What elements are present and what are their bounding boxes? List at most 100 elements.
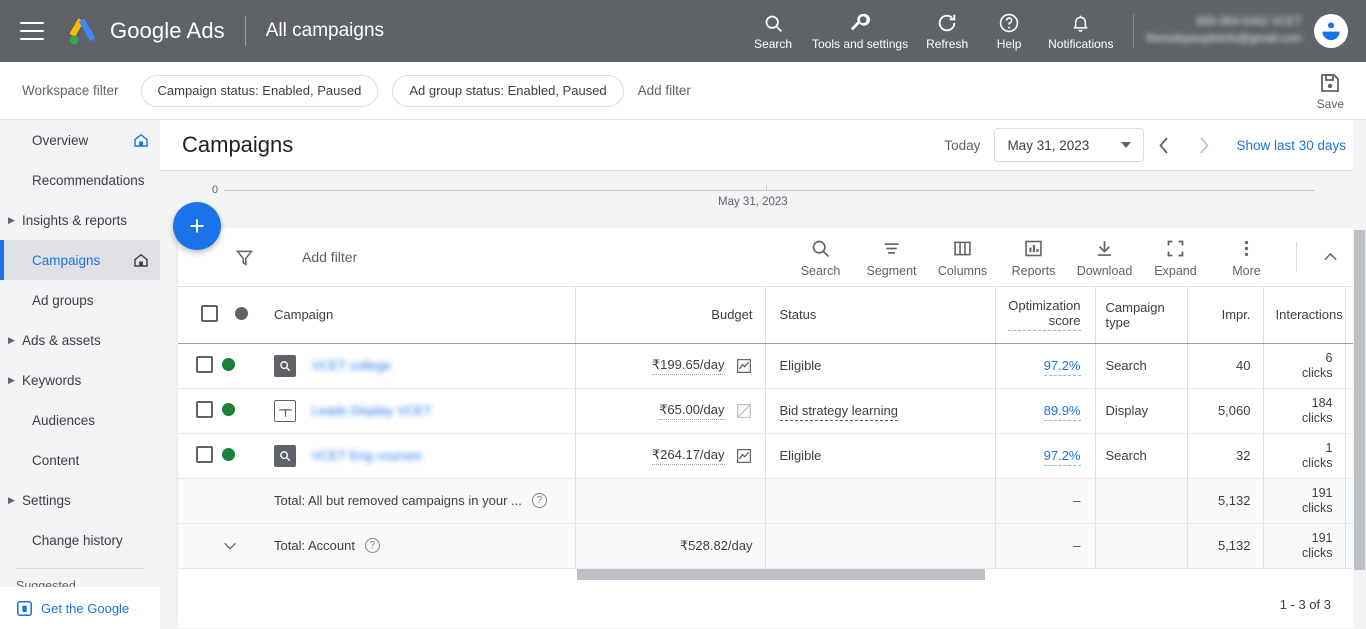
sidebar-item-overview[interactable]: Overview xyxy=(0,120,160,160)
campaign-name-link[interactable]: VCET college xyxy=(312,358,391,373)
top-action-tools-and-settings[interactable]: Tools and settings xyxy=(804,0,916,62)
search-campaign-icon xyxy=(274,444,296,467)
help-circle-icon[interactable]: ? xyxy=(531,493,547,508)
horizontal-scrollbar-thumb[interactable] xyxy=(577,568,985,580)
download-icon xyxy=(1094,237,1115,261)
date-range-select[interactable]: May 31, 2023 xyxy=(994,128,1145,162)
top-action-notifications[interactable]: Notifications xyxy=(1040,0,1121,62)
total-label-cell: Total: Account ? xyxy=(260,523,575,569)
filter-funnel-icon[interactable] xyxy=(234,247,256,268)
avatar[interactable] xyxy=(1314,14,1348,48)
chart-axis-tick xyxy=(766,185,767,191)
interactions-unit: clicks xyxy=(1301,410,1333,425)
filter-chip-adgroup-status[interactable]: Ad group status: Enabled, Paused xyxy=(392,74,624,107)
vertical-scrollbar[interactable] xyxy=(1353,120,1366,629)
sidebar-item-label: Campaigns xyxy=(32,252,101,268)
top-action-help[interactable]: Help xyxy=(978,0,1040,62)
campaign-enabled-dot-icon[interactable] xyxy=(222,447,235,461)
show-last-30-days-link[interactable]: Show last 30 days xyxy=(1236,138,1346,153)
campaign-name-link[interactable]: Leads Display VCET xyxy=(312,403,432,418)
campaign-enabled-dot-icon[interactable] xyxy=(222,357,235,371)
status-dot-header xyxy=(222,287,260,344)
sidebar-item-content[interactable]: Content xyxy=(0,440,160,480)
account-info[interactable]: 655-064-5442 VCET theredspeopleinfo@gmai… xyxy=(1146,14,1302,48)
sidebar-item-ads-assets[interactable]: ▶ Ads & assets xyxy=(0,320,160,360)
save-button[interactable]: Save xyxy=(1317,71,1344,111)
impressions-cell: 32 xyxy=(1186,433,1263,479)
home-pin-icon-wrap[interactable] xyxy=(132,251,150,269)
next-period-button[interactable] xyxy=(1184,125,1224,165)
row-checkbox[interactable] xyxy=(196,400,213,418)
budget-sparkline-button[interactable] xyxy=(735,447,753,465)
sidebar-item-recommendations[interactable]: Recommendations xyxy=(0,160,160,200)
toolbar-reports-button[interactable]: Reports xyxy=(998,237,1069,278)
sidebar-item-keywords[interactable]: ▶ Keywords xyxy=(0,360,160,400)
google-ads-logo-icon xyxy=(69,18,96,45)
table-add-filter-button[interactable]: Add filter xyxy=(302,249,357,265)
budget-value[interactable]: ₹199.65/day xyxy=(651,357,725,375)
status-dot-icon xyxy=(234,306,248,320)
optimization-score-value[interactable]: 89.9% xyxy=(1043,403,1081,421)
add-campaign-fab[interactable]: + xyxy=(173,202,221,250)
total-campaign-type-cell xyxy=(1094,523,1187,569)
toolbar-columns-button[interactable]: Columns xyxy=(927,237,998,278)
brand-block: Google Ads xyxy=(66,15,225,47)
row-checkbox[interactable] xyxy=(196,445,213,463)
toolbar-search-button[interactable]: Search xyxy=(785,237,856,278)
table-row[interactable]: VCET Eng courses ₹264.17/day Eligible 97… xyxy=(178,433,1357,479)
help-circle-icon[interactable]: ? xyxy=(364,538,380,553)
sidebar-item-campaigns[interactable]: Campaigns xyxy=(0,240,160,280)
campaign-type-cell: Display xyxy=(1094,388,1187,434)
toolbar-download-button[interactable]: Download xyxy=(1069,237,1140,278)
sidebar-item-settings[interactable]: ▶ Settings xyxy=(0,480,160,520)
status-value[interactable]: Bid strategy learning xyxy=(779,403,899,421)
optimization-score-value[interactable]: 97.2% xyxy=(1043,358,1081,376)
row-checkbox[interactable] xyxy=(196,355,213,373)
column-header-status[interactable]: Status xyxy=(764,287,995,344)
toolbar-button-label: Search xyxy=(800,263,841,278)
column-header-budget[interactable]: Budget xyxy=(574,287,765,344)
home-pin-icon xyxy=(134,133,148,147)
toolbar-more-button[interactable]: More xyxy=(1211,237,1282,278)
expand-triangle-icon: ▶ xyxy=(8,494,15,505)
table-row[interactable]: Leads Display VCET ₹65.00/day Bid strate… xyxy=(178,388,1357,434)
vertical-scrollbar-thumb[interactable] xyxy=(1354,230,1365,570)
toolbar-segment-button[interactable]: Segment xyxy=(856,237,927,278)
sidebar-item-change-history[interactable]: Change history xyxy=(0,520,160,560)
column-header-impr[interactable]: Impr. xyxy=(1186,287,1263,344)
column-header-interactions[interactable]: Interactions xyxy=(1262,287,1345,344)
display-campaign-icon xyxy=(274,399,296,422)
sidebar-item-audiences[interactable]: Audiences xyxy=(0,400,160,440)
hamburger-menu-icon[interactable] xyxy=(20,22,44,40)
campaign-name-link[interactable]: VCET Eng courses xyxy=(312,448,422,463)
add-filter-link[interactable]: Add filter xyxy=(638,83,691,98)
table-row[interactable]: VCET college ₹199.65/day Eligible 97.2% … xyxy=(178,343,1357,389)
budget-value[interactable]: ₹65.00/day xyxy=(659,402,725,420)
sidebar-item-insights-reports[interactable]: ▶ Insights & reports xyxy=(0,200,160,240)
home-pin-icon-wrap[interactable] xyxy=(132,131,150,149)
top-action-refresh[interactable]: Refresh xyxy=(916,0,978,62)
total-interactions-unit: clicks xyxy=(1301,500,1333,515)
top-action-label: Help xyxy=(996,37,1022,51)
total-label: Total: All but removed campaigns in your… xyxy=(274,493,522,508)
promo-get-the-google-app[interactable]: Get the Google xyxy=(0,587,160,629)
collapse-panel-button[interactable] xyxy=(1307,249,1353,266)
column-header-campaign[interactable]: Campaign xyxy=(260,287,575,344)
sidebar-item-ad-groups[interactable]: Ad groups xyxy=(0,280,160,320)
optimization-score-value[interactable]: 97.2% xyxy=(1043,448,1081,466)
top-action-search[interactable]: Search xyxy=(742,0,804,62)
filter-chip-campaign-status[interactable]: Campaign status: Enabled, Paused xyxy=(140,74,379,107)
campaign-enabled-dot-icon[interactable] xyxy=(222,402,235,416)
row-status-dot-cell xyxy=(222,343,260,389)
select-all-checkbox[interactable] xyxy=(200,304,218,322)
budget-sparkline-button[interactable] xyxy=(735,357,753,375)
column-header-campaign-type[interactable]: Campaign type xyxy=(1094,287,1187,344)
previous-period-button[interactable] xyxy=(1144,125,1184,165)
budget-sparkline-button[interactable] xyxy=(735,402,753,420)
toolbar-expand-button[interactable]: Expand xyxy=(1140,237,1211,278)
expand-totals-chevron-icon[interactable] xyxy=(222,538,260,554)
column-header-optimization-score[interactable]: Optimization score xyxy=(994,287,1095,344)
horizontal-scrollbar[interactable] xyxy=(178,568,1353,581)
budget-value[interactable]: ₹264.17/day xyxy=(651,447,725,465)
total-expand-cell[interactable] xyxy=(222,523,260,569)
